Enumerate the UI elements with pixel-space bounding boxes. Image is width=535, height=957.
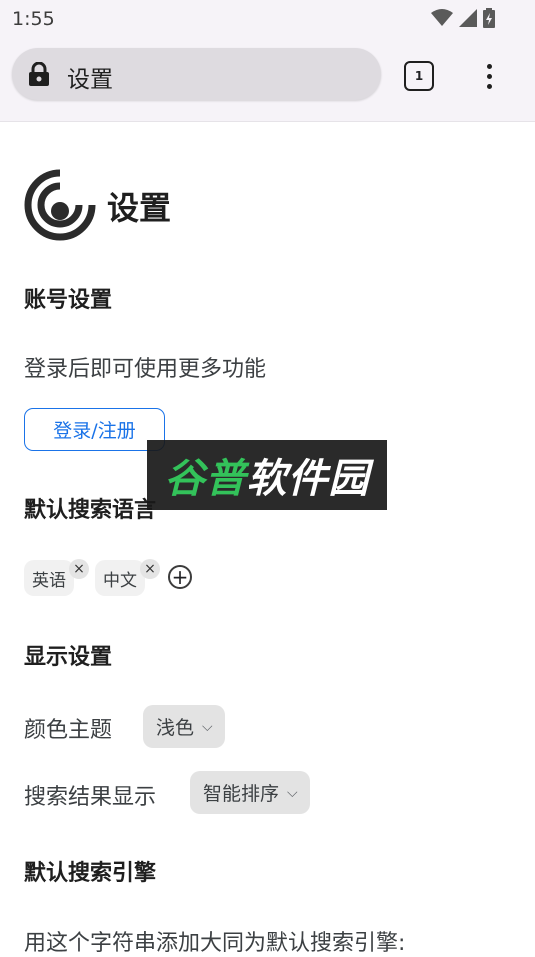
watermark-logo: 谷普 软件园 (147, 440, 387, 510)
status-icons (431, 8, 495, 28)
remove-chinese-icon[interactable]: × (140, 559, 160, 579)
chevron-down-icon: ⌵ (287, 784, 298, 801)
browser-toolbar: 设置 1 (0, 36, 535, 122)
app-logo-icon (24, 169, 96, 241)
remove-english-icon[interactable]: × (69, 559, 89, 579)
address-bar[interactable]: 设置 (12, 48, 381, 100)
account-description: 登录后即可使用更多功能 (24, 357, 267, 382)
tab-switcher-button[interactable]: 1 (404, 61, 434, 91)
more-menu-icon[interactable] (487, 64, 492, 94)
wifi-icon (431, 9, 453, 26)
engine-section-title: 默认搜索引擎 (24, 861, 157, 886)
page-title: 设置 (107, 189, 172, 227)
theme-select[interactable]: 浅色 ⌵ (143, 705, 225, 748)
signal-icon (459, 9, 477, 27)
theme-select-value: 浅色 (156, 717, 195, 739)
language-chip-chinese[interactable]: 中文 (95, 560, 145, 596)
results-display-select[interactable]: 智能排序 ⌵ (190, 771, 310, 814)
language-chip-english[interactable]: 英语 (24, 560, 74, 596)
battery-icon (483, 8, 495, 28)
account-section-title: 账号设置 (24, 288, 113, 313)
engine-description: 用这个字符串添加大同为默认搜索引擎: (24, 931, 406, 956)
address-text: 设置 (67, 67, 113, 93)
results-select-value: 智能排序 (203, 783, 280, 805)
status-time: 1:55 (12, 8, 55, 30)
watermark-text-white: 软件园 (246, 456, 370, 502)
display-section-title: 显示设置 (24, 645, 113, 670)
status-bar: 1:55 (0, 0, 535, 36)
watermark-text-green: 谷普 (164, 456, 247, 502)
language-section-title: 默认搜索语言 (24, 498, 157, 523)
add-language-icon[interactable]: + (168, 565, 192, 589)
chevron-down-icon: ⌵ (202, 718, 213, 735)
lock-icon (29, 62, 49, 86)
login-register-button[interactable]: 登录/注册 (24, 408, 165, 451)
results-display-label: 搜索结果显示 (24, 785, 157, 810)
theme-label: 颜色主题 (24, 718, 113, 743)
